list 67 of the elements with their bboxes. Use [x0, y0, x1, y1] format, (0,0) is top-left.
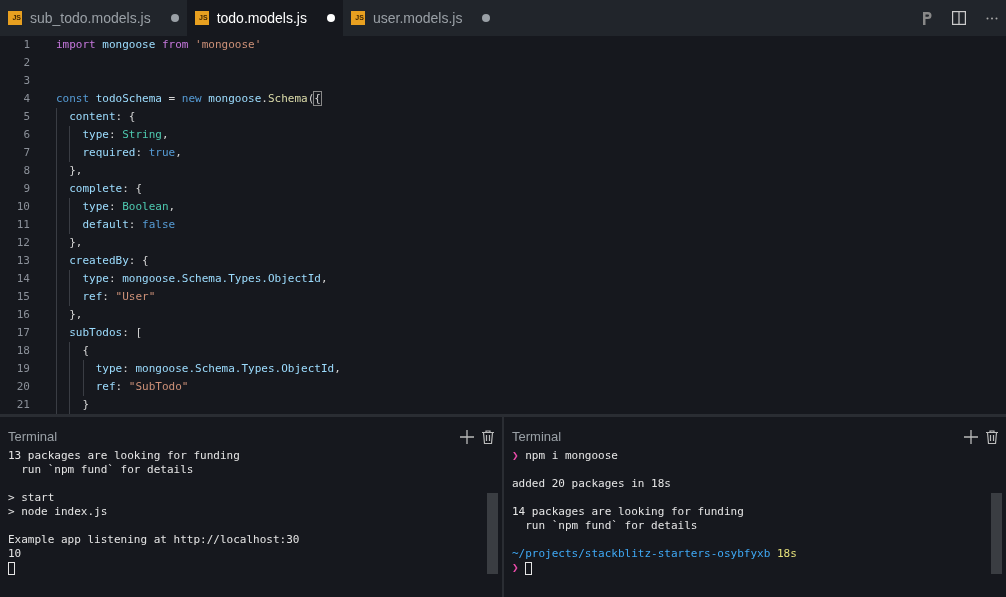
line-number: 10	[15, 198, 30, 215]
code-line: },	[68, 234, 83, 251]
code-line: }	[81, 396, 90, 413]
code-line: import mongoose from 'mongoose'	[56, 36, 262, 53]
line-number: 19	[15, 360, 30, 377]
line-number: 17	[15, 324, 30, 341]
line-number: 6	[22, 126, 30, 143]
code-line: type: Boolean,	[81, 198, 176, 215]
terminal-text: 14 packages are looking for funding	[512, 505, 744, 519]
terminal-text: ❯	[512, 449, 519, 463]
line-number: 8	[22, 162, 30, 179]
code-line: {	[81, 342, 90, 359]
line-number: 5	[22, 108, 30, 125]
terminal-text: 10	[8, 547, 22, 561]
line-number: 1	[22, 36, 30, 53]
line-number: 14	[15, 270, 30, 287]
panel-title: Terminal	[512, 428, 562, 447]
terminal-text: > start	[8, 491, 55, 505]
line-number: 9	[22, 180, 30, 197]
code-line: createdBy: {	[68, 252, 149, 269]
line-number: 12	[15, 234, 30, 251]
letter-p-icon[interactable]	[922, 11, 932, 25]
line-number: 11	[15, 216, 30, 233]
terminal-text: run `npm fund` for details	[524, 519, 698, 533]
terminal-text: run `npm fund` for details	[20, 463, 194, 477]
code-line: type: mongoose.Schema.Types.ObjectId,	[81, 270, 328, 287]
terminal-text: Example app listening at http://localhost:30	[8, 533, 300, 547]
line-number: 18	[15, 342, 30, 359]
more-icon[interactable]	[986, 16, 998, 20]
line-number: 13	[15, 252, 30, 269]
line-number: 2	[22, 54, 30, 71]
terminal-text: > node index.js	[8, 505, 108, 519]
code-line: const todoSchema = new mongoose.Schema({	[56, 90, 321, 107]
code-line: ref: "SubTodo"	[94, 378, 189, 395]
code-line: content: {	[68, 108, 136, 125]
code-line: ref: "User"	[81, 288, 156, 305]
line-number: 15	[15, 288, 30, 305]
terminal-text: 18s	[775, 547, 797, 561]
trash-icon[interactable]	[482, 430, 494, 444]
line-number: 7	[22, 144, 30, 161]
code-line: default: false	[81, 216, 176, 233]
plus-icon[interactable]	[460, 430, 474, 444]
line-number: 21	[15, 396, 30, 413]
terminal-text: ~/projects/stackblitz-starters-osybfyxb	[512, 547, 771, 561]
line-number: 3	[22, 72, 30, 89]
plus-icon[interactable]	[964, 430, 978, 444]
terminal-text: added 20 packages in 18s	[512, 477, 671, 491]
code-line: complete: {	[68, 180, 143, 197]
code-line: type: mongoose.Schema.Types.ObjectId,	[94, 360, 341, 377]
terminal-text: 13 packages are looking for funding	[8, 449, 240, 463]
split-editor-icon[interactable]	[952, 11, 966, 25]
code-line: subTodos: [	[68, 324, 143, 341]
panel-title: Terminal	[8, 428, 58, 447]
text-cursor	[524, 561, 532, 575]
line-number: 16	[15, 306, 30, 323]
code-line: },	[68, 162, 83, 179]
code-line: type: String,	[81, 126, 169, 143]
terminal-text: npm i mongoose	[524, 449, 618, 463]
trash-icon[interactable]	[986, 430, 998, 444]
scrollbar-thumb[interactable]	[991, 493, 1002, 574]
text-cursor	[8, 561, 15, 575]
line-number: 4	[22, 90, 30, 107]
scrollbar-thumb[interactable]	[487, 493, 498, 574]
code-line: },	[68, 306, 83, 323]
code-line: required: true,	[81, 144, 182, 161]
terminal-text: ❯	[512, 561, 519, 575]
line-number: 20	[15, 378, 30, 395]
